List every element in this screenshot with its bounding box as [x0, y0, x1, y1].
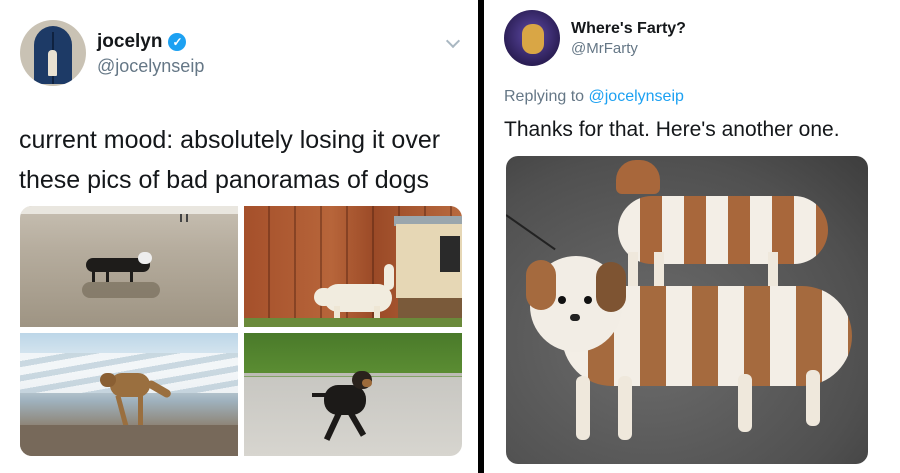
verified-badge-icon: ✓ [168, 33, 187, 51]
avatar-person-shape [48, 50, 57, 76]
photo-beach-dog[interactable] [20, 206, 238, 327]
avatar[interactable] [504, 10, 560, 66]
avatar-dog-shape [522, 24, 544, 54]
tweet-text: current mood: absolutely losing it over … [19, 126, 441, 194]
photo-grass-dog[interactable] [244, 333, 462, 456]
user-handle[interactable]: @MrFarty [571, 40, 638, 57]
chevron-down-icon[interactable] [445, 33, 461, 49]
replying-to: Replying to @jocelynseip [504, 88, 684, 106]
left-tweet: jocelyn ✓ @jocelynseip current mood: abs… [0, 0, 478, 473]
display-name[interactable]: Where's Farty? [571, 20, 686, 38]
photo-waves-dog[interactable] [20, 333, 238, 456]
display-name[interactable]: jocelyn [97, 31, 162, 53]
replying-mention-link[interactable]: @jocelynseip [589, 88, 684, 105]
photo-shihtzu-panorama[interactable] [506, 156, 868, 464]
user-handle[interactable]: @jocelynseip [97, 56, 204, 77]
tweet-text: Thanks for that. Here's another one. [504, 118, 840, 141]
display-name-row[interactable]: jocelyn ✓ [97, 31, 187, 53]
replying-prefix: Replying to [504, 88, 585, 105]
media-grid [20, 206, 462, 456]
avatar[interactable] [20, 20, 86, 86]
right-tweet: Where's Farty? @MrFarty Replying to @joc… [484, 0, 900, 473]
photo-fence-dog[interactable] [244, 206, 462, 327]
